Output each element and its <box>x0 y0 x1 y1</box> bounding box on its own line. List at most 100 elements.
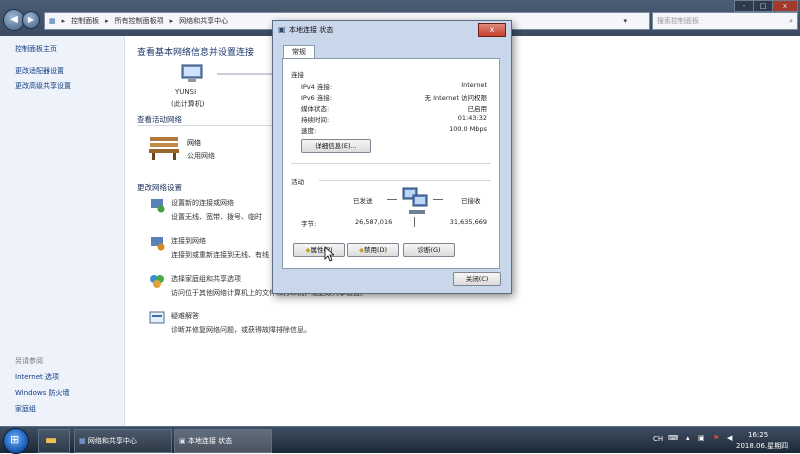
clock-date[interactable]: 2018.06.星期四 <box>736 441 788 451</box>
close-button[interactable]: 关闭(C) <box>453 272 501 286</box>
task-connect-network[interactable]: 连接到网络 <box>171 236 206 246</box>
duration-label: 持续时间: <box>301 116 330 124</box>
activity-dash <box>387 199 397 200</box>
computer-name: YUNSI <box>175 88 197 96</box>
connect-network-icon <box>151 237 165 251</box>
folder-icon: ▬ <box>45 433 58 448</box>
bench-icon <box>149 137 179 160</box>
local-connection-status-dialog: ▣ 本地连接 状态 x 常规 连接 IPv4 连接: Internet IPv6… <box>272 20 512 294</box>
dialog-body: 连接 IPv4 连接: Internet IPv6 连接: 无 Internet… <box>282 58 500 269</box>
page-title: 查看基本网络信息并设置连接 <box>137 48 255 58</box>
back-arrow-icon: ◀ <box>10 14 18 25</box>
received-label: 已接收 <box>461 197 481 205</box>
breadcrumb-control-panel[interactable]: 控制面板 <box>71 16 99 26</box>
duration-value: 01:43:32 <box>457 114 487 122</box>
taskbar-local-connection[interactable]: ▣ 本地连接 状态 <box>174 429 272 453</box>
new-connection-icon <box>151 199 165 213</box>
address-dropdown-icon[interactable]: ▾ <box>623 17 627 25</box>
task-new-connection[interactable]: 设置新的连接或网络 <box>171 198 234 208</box>
ipv4-value: Internet <box>461 81 487 89</box>
link-adapter-settings[interactable]: 更改适配器设置 <box>15 66 64 76</box>
homegroup-icon <box>150 275 164 288</box>
network-map-line <box>217 73 272 75</box>
keyboard-icon[interactable]: ⌨ <box>668 434 678 442</box>
active-networks-heading: 查看活动网络 <box>137 115 182 124</box>
clock-time[interactable]: 16:25 <box>748 431 768 439</box>
forward-button[interactable]: ▶ <box>22 11 40 29</box>
change-settings-heading: 更改网络设置 <box>137 183 182 192</box>
ipv6-label: IPv6 连接: <box>301 94 333 102</box>
link-control-panel-home[interactable]: 控制面板主页 <box>15 44 57 54</box>
ipv4-label: IPv4 连接: <box>301 83 333 91</box>
taskbar-local-connection-label: 本地连接 状态 <box>187 437 233 445</box>
disable-button-label: 禁用(D) <box>363 246 388 254</box>
connection-section-title: 连接 <box>291 71 304 79</box>
diagnose-button[interactable]: 诊断(G) <box>403 243 455 257</box>
taskbar: ⊞ ▬ ▦ 网络和共享中心 ▣ 本地连接 状态 CH ⌨ ▴ ▣ ⚑ ◀ 16:… <box>0 426 800 454</box>
search-icon: ⌕ <box>789 17 793 25</box>
language-indicator[interactable]: CH <box>653 435 663 443</box>
media-state-label: 媒体状态: <box>301 105 330 113</box>
link-windows-firewall[interactable]: Windows 防火墙 <box>15 388 69 398</box>
divider <box>319 180 491 181</box>
close-icon: x <box>489 25 495 34</box>
bytes-label: 字节: <box>301 220 317 228</box>
computer-icon <box>181 64 203 82</box>
breadcrumb-sep-icon: ▸ <box>169 17 174 25</box>
dialog-title: 本地连接 状态 <box>289 26 334 34</box>
forward-arrow-icon: ▶ <box>27 15 35 24</box>
breadcrumb-sep-icon: ▸ <box>61 17 66 25</box>
bytes-sent: 26,587,016 <box>355 218 393 226</box>
search-placeholder: 搜索控制面板 <box>657 17 699 25</box>
details-button[interactable]: 详细信息(E)... <box>301 139 371 153</box>
network-type-link[interactable]: 公用网络 <box>187 151 215 161</box>
mouse-cursor-icon <box>324 246 334 262</box>
task-troubleshoot[interactable]: 疑难解答 <box>171 311 199 321</box>
disable-button[interactable]: ◆禁用(D) <box>347 243 399 257</box>
taskbar-network-center-label: 网络和共享中心 <box>87 437 137 445</box>
flag-icon[interactable]: ⚑ <box>713 434 719 442</box>
volume-icon[interactable]: ◀ <box>727 434 732 442</box>
network-tray-icon[interactable]: ▣ <box>698 434 705 442</box>
minimize-button[interactable]: - <box>734 0 754 12</box>
maximize-button[interactable]: □ <box>753 0 773 12</box>
link-homegroup[interactable]: 家庭组 <box>15 404 36 414</box>
activity-dash <box>433 199 443 200</box>
search-input[interactable]: 搜索控制面板 ⌕ <box>652 12 798 30</box>
network-center-icon: ▦ <box>79 437 86 445</box>
ipv6-value: 无 Internet 访问权限 <box>424 94 487 102</box>
divider <box>137 125 272 126</box>
tray-expand-icon[interactable]: ▴ <box>686 434 690 442</box>
troubleshoot-icon <box>149 311 165 324</box>
network-adapter-icon: ▣ <box>179 437 186 445</box>
breadcrumb-network-center[interactable]: 网络和共享中心 <box>179 16 228 26</box>
sent-label: 已发送 <box>353 197 373 205</box>
activity-divider <box>414 217 415 227</box>
close-window-button[interactable]: x <box>772 0 798 12</box>
computer-subtitle: (此计算机) <box>171 100 205 108</box>
breadcrumb-sep-icon: ▸ <box>105 17 109 25</box>
activity-section-title: 活动 <box>291 178 304 186</box>
dialog-close-button[interactable]: x <box>478 23 506 37</box>
media-state-value: 已启用 <box>467 105 488 113</box>
see-also-heading: 另请参阅 <box>15 357 43 365</box>
speed-label: 速度: <box>301 127 317 135</box>
link-internet-options[interactable]: Internet 选项 <box>15 372 59 382</box>
divider <box>291 163 491 164</box>
breadcrumb-all-items[interactable]: 所有控制面板项 <box>115 16 164 26</box>
network-name: 网络 <box>187 139 201 147</box>
taskbar-explorer-button[interactable]: ▬ <box>38 429 70 453</box>
link-advanced-sharing[interactable]: 更改高级共享设置 <box>15 81 71 91</box>
bytes-received: 31,635,669 <box>449 218 487 226</box>
properties-button[interactable]: ◆属性(P) <box>293 243 345 257</box>
tab-general[interactable]: 常规 <box>283 45 315 58</box>
task-troubleshoot-desc: 诊断并修复网络问题，或获得故障排除信息。 <box>171 326 311 334</box>
network-activity-icon <box>402 187 428 214</box>
task-connect-network-desc: 连接到或重新连接到无线、有线 <box>171 251 269 259</box>
control-panel-icon: ▦ <box>49 17 56 25</box>
task-homegroup[interactable]: 选择家庭组和共享选项 <box>171 274 241 284</box>
start-button[interactable]: ⊞ <box>3 428 29 454</box>
speed-value: 100.0 Mbps <box>449 125 487 133</box>
taskbar-network-center[interactable]: ▦ 网络和共享中心 <box>74 429 172 453</box>
task-new-connection-desc: 设置无线、宽带、拨号、临时 <box>171 213 262 221</box>
